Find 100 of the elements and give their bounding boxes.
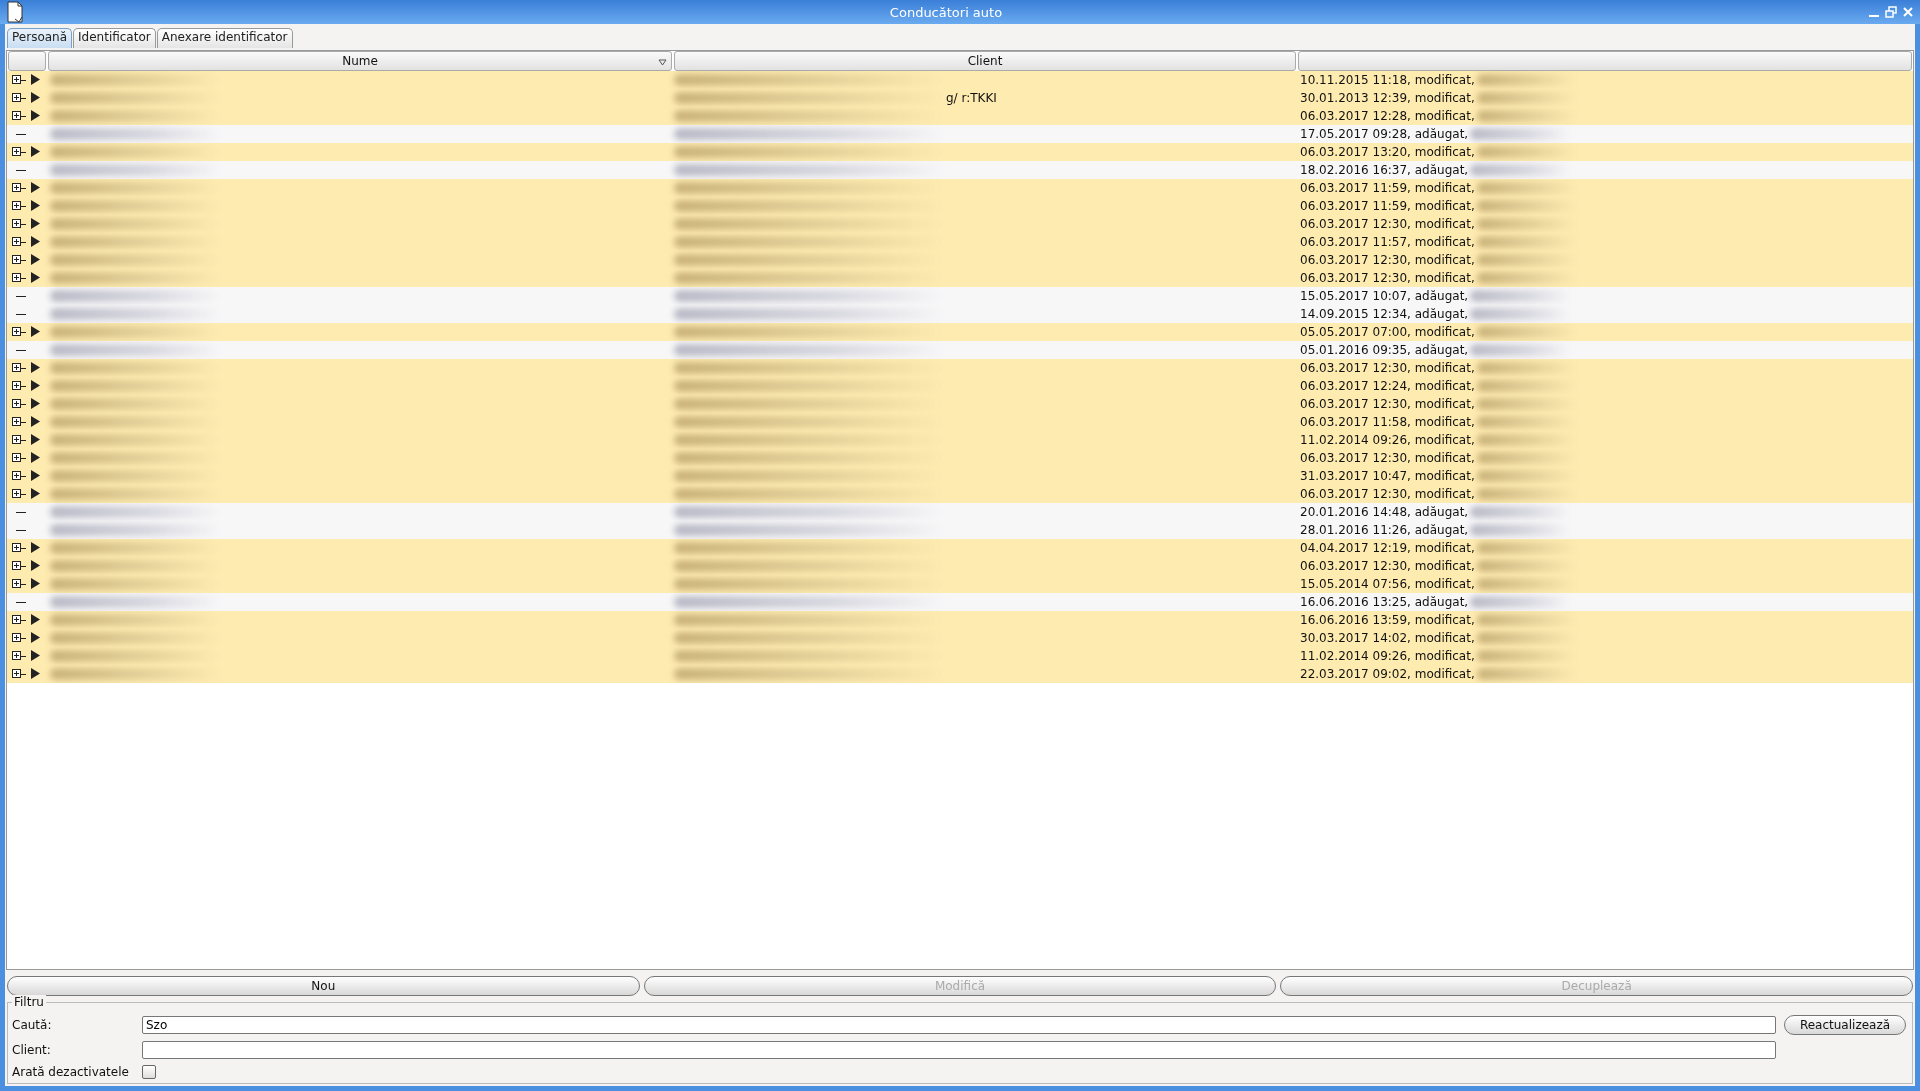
expand-icon[interactable]: [12, 255, 21, 264]
table-row[interactable]: 31.03.2017 10:47, modificat,: [7, 467, 1913, 485]
table-row[interactable]: 18.02.2016 16:37, adăugat,: [7, 161, 1913, 179]
expand-icon[interactable]: [12, 489, 21, 498]
table-row[interactable]: 06.03.2017 12:30, modificat,: [7, 251, 1913, 269]
table-row[interactable]: 17.05.2017 09:28, adăugat,: [7, 125, 1913, 143]
header-label: Nume: [342, 54, 378, 68]
table-row[interactable]: 06.03.2017 12:30, modificat,: [7, 215, 1913, 233]
change-info: 06.03.2017 12:30, modificat,: [1300, 270, 1475, 287]
table-row[interactable]: 06.03.2017 12:30, modificat,: [7, 269, 1913, 287]
expand-icon[interactable]: [12, 453, 21, 462]
triangle-icon: [30, 434, 40, 445]
expand-icon[interactable]: [12, 633, 21, 642]
refresh-button[interactable]: Reactualizează: [1784, 1015, 1906, 1035]
table-row[interactable]: 30.03.2017 14:02, modificat,: [7, 629, 1913, 647]
triangle-icon: [30, 632, 40, 643]
window-title: Conducători auto: [888, 4, 1004, 20]
table-row[interactable]: 10.11.2015 11:18, modificat,: [7, 71, 1913, 89]
triangle-icon: [30, 236, 40, 247]
expand-icon[interactable]: [12, 471, 21, 480]
change-info: 05.05.2017 07:00, modificat,: [1300, 324, 1475, 341]
expand-icon[interactable]: [12, 183, 21, 192]
expand-icon[interactable]: [12, 75, 21, 84]
expand-icon[interactable]: [12, 111, 21, 120]
triangle-icon: [30, 578, 40, 589]
change-info: 06.03.2017 12:30, modificat,: [1300, 360, 1475, 377]
tab[interactable]: Persoană: [7, 28, 73, 48]
expand-icon[interactable]: [12, 327, 21, 336]
change-info: 06.03.2017 12:28, modificat,: [1300, 108, 1475, 125]
search-field[interactable]: Szo: [142, 1016, 1776, 1034]
table-row[interactable]: 06.03.2017 11:59, modificat,: [7, 197, 1913, 215]
triangle-icon: [30, 668, 40, 679]
expand-icon[interactable]: [12, 651, 21, 660]
expand-icon[interactable]: [12, 201, 21, 210]
table-row[interactable]: g/ r:TKKI 30.01.2013 12:39, modificat,: [7, 89, 1913, 107]
table-row[interactable]: 06.03.2017 11:57, modificat,: [7, 233, 1913, 251]
triangle-icon: [30, 470, 40, 481]
expand-icon[interactable]: [12, 219, 21, 228]
change-info: 30.03.2017 14:02, modificat,: [1300, 630, 1475, 647]
table-row[interactable]: 05.05.2017 07:00, modificat,: [7, 323, 1913, 341]
expand-icon[interactable]: [12, 273, 21, 282]
table-row[interactable]: 06.03.2017 12:30, modificat,: [7, 485, 1913, 503]
tab[interactable]: Identificator: [73, 28, 156, 48]
table-row[interactable]: 05.01.2016 09:35, adăugat,: [7, 341, 1913, 359]
table-row[interactable]: 06.03.2017 12:30, modificat,: [7, 395, 1913, 413]
table-row[interactable]: 06.03.2017 12:30, modificat,: [7, 449, 1913, 467]
restore-icon[interactable]: [1885, 6, 1897, 18]
table-row[interactable]: 16.06.2016 13:25, adăugat,: [7, 593, 1913, 611]
tab[interactable]: Anexare identificator: [156, 28, 293, 48]
expand-icon[interactable]: [12, 147, 21, 156]
expand-icon[interactable]: [12, 561, 21, 570]
table-row[interactable]: 15.05.2017 10:07, adăugat,: [7, 287, 1913, 305]
client-field[interactable]: [142, 1041, 1776, 1059]
change-info: 06.03.2017 13:20, modificat,: [1300, 144, 1475, 161]
table-row[interactable]: 14.09.2015 12:34, adăugat,: [7, 305, 1913, 323]
table-row[interactable]: 06.03.2017 11:59, modificat,: [7, 179, 1913, 197]
expand-icon[interactable]: [12, 381, 21, 390]
sort-icon: [658, 59, 667, 66]
table-row[interactable]: 11.02.2014 09:26, modificat,: [7, 431, 1913, 449]
change-info: 06.03.2017 12:30, modificat,: [1300, 396, 1475, 413]
table-row[interactable]: 16.06.2016 13:59, modificat,: [7, 611, 1913, 629]
table-row[interactable]: 06.03.2017 12:30, modificat,: [7, 359, 1913, 377]
table-row[interactable]: 15.05.2014 07:56, modificat,: [7, 575, 1913, 593]
table-row[interactable]: 06.03.2017 11:58, modificat,: [7, 413, 1913, 431]
expand-icon[interactable]: [12, 435, 21, 444]
table-row[interactable]: 06.03.2017 13:20, modificat,: [7, 143, 1913, 161]
triangle-icon: [30, 110, 40, 121]
change-info: 06.03.2017 12:30, modificat,: [1300, 216, 1475, 233]
change-info: 04.04.2017 12:19, modificat,: [1300, 540, 1475, 557]
table-row[interactable]: 28.01.2016 11:26, adăugat,: [7, 521, 1913, 539]
table-row[interactable]: 06.03.2017 12:30, modificat,: [7, 557, 1913, 575]
field-label: Client:: [12, 1043, 52, 1057]
table-row[interactable]: 20.01.2016 14:48, adăugat,: [7, 503, 1913, 521]
change-info: 14.09.2015 12:34, adăugat,: [1300, 306, 1469, 323]
expand-icon[interactable]: [12, 615, 21, 624]
triangle-icon: [30, 326, 40, 337]
close-icon[interactable]: [1902, 6, 1914, 18]
table-row[interactable]: 04.04.2017 12:19, modificat,: [7, 539, 1913, 557]
triangle-icon: [30, 272, 40, 283]
expand-icon[interactable]: [12, 417, 21, 426]
table-row[interactable]: 22.03.2017 09:02, modificat,: [7, 665, 1913, 683]
expand-icon[interactable]: [12, 93, 21, 102]
expand-icon[interactable]: [12, 399, 21, 408]
action-button[interactable]: Nou: [7, 976, 640, 996]
document-icon: [6, 1, 24, 23]
expand-icon[interactable]: [12, 237, 21, 246]
expand-icon[interactable]: [12, 579, 21, 588]
expand-icon[interactable]: [12, 669, 21, 678]
checkbox[interactable]: [142, 1065, 156, 1079]
triangle-icon: [30, 542, 40, 553]
expand-icon[interactable]: [12, 363, 21, 372]
table-row[interactable]: 06.03.2017 12:28, modificat,: [7, 107, 1913, 125]
triangle-icon: [30, 74, 40, 85]
triangle-icon: [30, 488, 40, 499]
table-row[interactable]: 11.02.2014 09:26, modificat,: [7, 647, 1913, 665]
expand-icon[interactable]: [12, 543, 21, 552]
column-header[interactable]: Nume: [48, 51, 672, 71]
change-info: 18.02.2016 16:37, adăugat,: [1300, 162, 1469, 179]
table-row[interactable]: 06.03.2017 12:24, modificat,: [7, 377, 1913, 395]
column-header[interactable]: Client: [674, 51, 1296, 71]
